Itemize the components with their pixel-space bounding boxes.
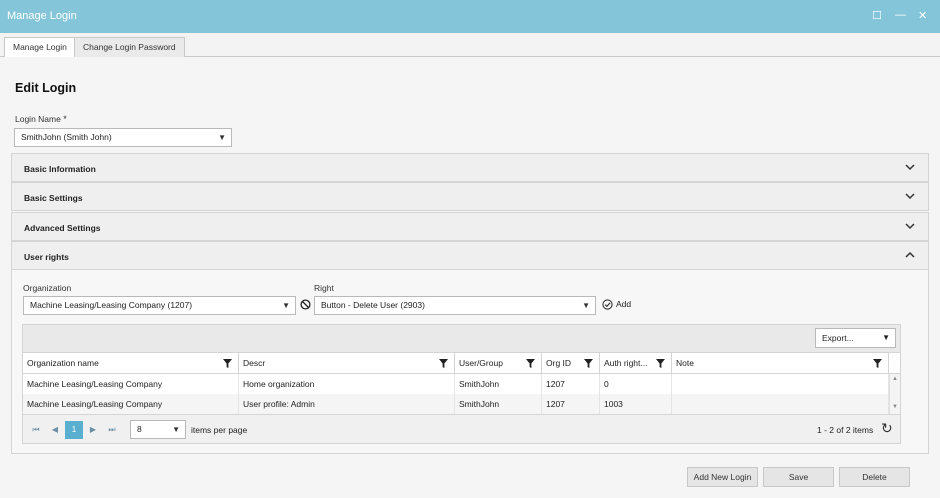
- next-page-icon[interactable]: ▶: [84, 421, 102, 439]
- add-new-login-button[interactable]: Add New Login: [687, 467, 758, 487]
- table-row[interactable]: Machine Leasing/Leasing Company Home org…: [23, 374, 891, 394]
- page-button-current[interactable]: 1: [65, 421, 83, 439]
- items-per-page-label: items per page: [191, 425, 248, 435]
- tab-change-login-password[interactable]: Change Login Password: [74, 37, 185, 58]
- filter-icon[interactable]: [584, 359, 593, 368]
- filter-icon[interactable]: [223, 359, 232, 368]
- tab-manage-login[interactable]: Manage Login: [4, 37, 76, 58]
- title-bar: Manage Login ☐ — ✕: [0, 0, 940, 33]
- cell-descr: Home organization: [239, 374, 455, 394]
- cell-org-id: 1207: [542, 374, 600, 394]
- add-label: Add: [616, 299, 632, 309]
- column-header-note[interactable]: Note: [672, 353, 889, 374]
- login-name-label: Login Name *: [15, 114, 67, 124]
- filter-icon[interactable]: [439, 359, 448, 368]
- column-header-org-id[interactable]: Org ID: [542, 353, 600, 374]
- filter-icon[interactable]: [873, 359, 882, 368]
- column-label: Auth right...: [604, 358, 648, 368]
- caret-down-icon: ▼: [172, 425, 180, 434]
- column-header-descr[interactable]: Descr: [239, 353, 455, 374]
- section-basic-settings[interactable]: Basic Settings: [11, 182, 929, 211]
- chevron-up-icon: [905, 251, 915, 258]
- window-title: Manage Login: [7, 10, 77, 22]
- main-content: Edit Login Login Name * SmithJohn (Smith…: [0, 57, 940, 498]
- column-label: Org ID: [546, 358, 572, 368]
- close-icon[interactable]: ✕: [918, 9, 927, 22]
- cell-user-group: SmithJohn: [455, 394, 542, 414]
- export-label: Export...: [822, 333, 854, 343]
- required-mark: *: [63, 114, 67, 124]
- login-name-value: SmithJohn (Smith John): [21, 132, 112, 142]
- section-user-rights[interactable]: User rights: [11, 241, 929, 270]
- organization-value: Machine Leasing/Leasing Company (1207): [30, 300, 193, 310]
- delete-button[interactable]: Delete: [839, 467, 910, 487]
- page-size-value: 8: [137, 424, 142, 434]
- minimize-icon[interactable]: —: [895, 9, 906, 21]
- caret-down-icon: ▼: [882, 333, 890, 342]
- organization-dropdown[interactable]: Machine Leasing/Leasing Company (1207) ▼: [23, 296, 296, 315]
- filter-icon[interactable]: [526, 359, 535, 368]
- cell-auth-right: 0: [600, 374, 672, 394]
- maximize-icon[interactable]: ☐: [872, 9, 882, 22]
- grid-toolbar: Export... ▼: [23, 325, 900, 353]
- cell-org-id: 1207: [542, 394, 600, 414]
- organization-label: Organization: [23, 283, 72, 293]
- tab-strip: Manage Login Change Login Password: [0, 33, 940, 58]
- grid-header: Organization name Descr User/Group Org I…: [23, 353, 900, 374]
- right-value: Button - Delete User (2903): [321, 300, 425, 310]
- caret-down-icon: ▼: [282, 301, 290, 310]
- first-page-icon[interactable]: ⏮: [27, 421, 45, 439]
- refresh-icon[interactable]: ↻: [881, 420, 893, 437]
- column-header-organization-name[interactable]: Organization name: [23, 353, 239, 374]
- vertical-scrollbar[interactable]: ▲ ▼: [889, 374, 900, 414]
- right-dropdown[interactable]: Button - Delete User (2903) ▼: [314, 296, 596, 315]
- login-name-label-text: Login Name: [15, 114, 61, 124]
- export-dropdown[interactable]: Export... ▼: [815, 328, 896, 348]
- page-size-dropdown[interactable]: 8 ▼: [130, 420, 186, 439]
- chevron-down-icon: [905, 223, 915, 230]
- section-advanced-settings[interactable]: Advanced Settings: [11, 212, 929, 241]
- login-name-dropdown[interactable]: SmithJohn (Smith John) ▼: [14, 128, 232, 147]
- cell-note: [672, 394, 889, 414]
- chevron-down-icon: [905, 193, 915, 200]
- cell-organization-name: Machine Leasing/Leasing Company: [23, 374, 239, 394]
- caret-down-icon: ▼: [218, 133, 226, 142]
- section-title: Advanced Settings: [24, 223, 101, 233]
- section-title: User rights: [24, 252, 69, 262]
- page-title: Edit Login: [15, 81, 77, 95]
- cell-user-group: SmithJohn: [455, 374, 542, 394]
- pager-summary: 1 - 2 of 2 items: [817, 425, 874, 435]
- right-label: Right: [314, 283, 334, 293]
- table-row[interactable]: Machine Leasing/Leasing Company User pro…: [23, 394, 891, 414]
- save-button[interactable]: Save: [763, 467, 834, 487]
- pager: ⏮ ◀ 1 ▶ ⏭ 8 ▼ items per page 1 - 2 of 2 …: [23, 414, 900, 443]
- user-rights-panel: Organization Machine Leasing/Leasing Com…: [11, 270, 929, 454]
- section-basic-information[interactable]: Basic Information: [11, 153, 929, 182]
- column-header-user-group[interactable]: User/Group: [455, 353, 542, 374]
- column-label: Note: [676, 358, 694, 368]
- scroll-down-icon[interactable]: ▼: [892, 404, 898, 410]
- cell-descr: User profile: Admin: [239, 394, 455, 414]
- cell-note: [672, 374, 889, 394]
- prev-page-icon[interactable]: ◀: [46, 421, 64, 439]
- check-circle-icon: [602, 299, 613, 310]
- cell-auth-right: 1003: [600, 394, 672, 414]
- column-label: Organization name: [27, 358, 99, 368]
- rights-grid: Export... ▼ Organization name Descr User…: [22, 324, 901, 444]
- column-header-auth-right[interactable]: Auth right...: [600, 353, 672, 374]
- chevron-down-icon: [905, 164, 915, 171]
- section-title: Basic Information: [24, 164, 96, 174]
- caret-down-icon: ▼: [582, 301, 590, 310]
- scroll-up-icon[interactable]: ▲: [892, 376, 898, 382]
- clear-icon[interactable]: [300, 299, 311, 310]
- column-label: Descr: [243, 358, 266, 368]
- column-label: User/Group: [459, 358, 503, 368]
- last-page-icon[interactable]: ⏭: [103, 421, 121, 439]
- filter-icon[interactable]: [656, 359, 665, 368]
- cell-organization-name: Machine Leasing/Leasing Company: [23, 394, 239, 414]
- section-title: Basic Settings: [24, 193, 83, 203]
